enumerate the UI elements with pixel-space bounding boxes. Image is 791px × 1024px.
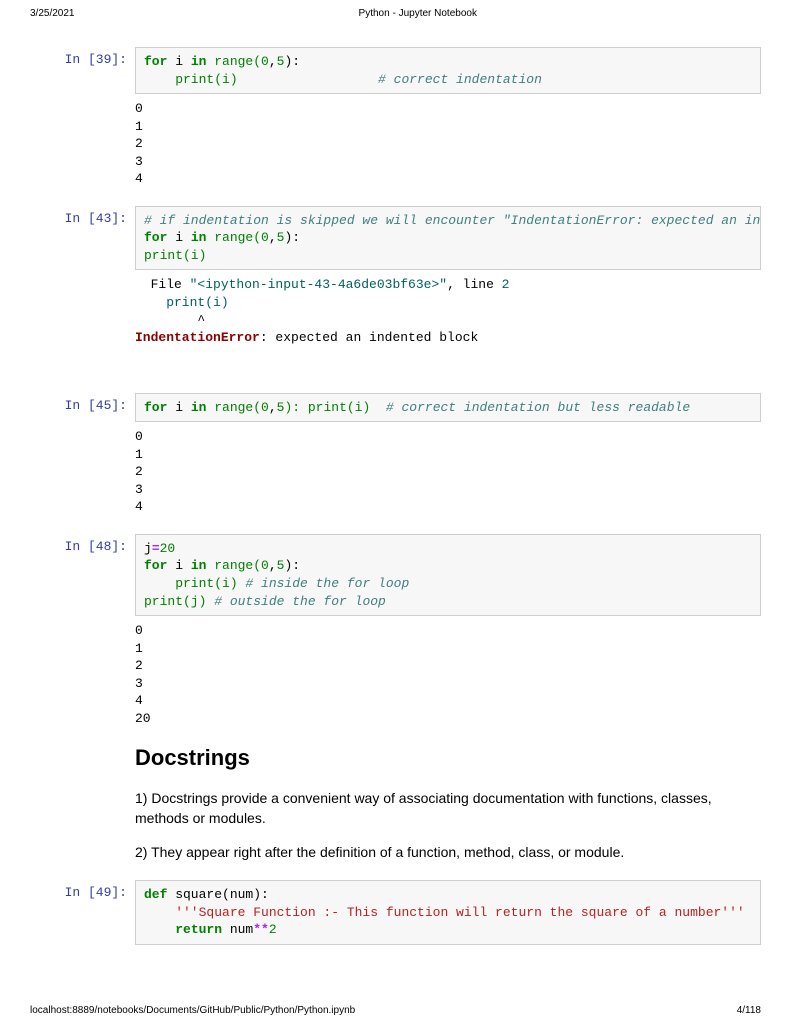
code-input[interactable]: for i in range(0,5): print(i) # correct … bbox=[135, 393, 761, 423]
error-output: File "<ipython-input-43-4a6de03bf63e>", … bbox=[135, 270, 761, 346]
code-cell: In [48]: j=20 for i in range(0,5): print… bbox=[50, 534, 761, 727]
input-prompt: In [48]: bbox=[50, 534, 135, 727]
input-prompt: In [43]: bbox=[50, 206, 135, 347]
section-heading: Docstrings bbox=[135, 745, 761, 771]
input-prompt: In [49]: bbox=[50, 880, 135, 945]
page-footer: localhost:8889/notebooks/Documents/GitHu… bbox=[30, 1005, 761, 1016]
code-input[interactable]: def square(num): '''Square Function :- T… bbox=[135, 880, 761, 945]
code-output: 0 1 2 3 4 20 bbox=[135, 616, 761, 727]
code-input[interactable]: # if indentation is skipped we will enco… bbox=[135, 206, 761, 271]
code-cell: In [39]: for i in range(0,5): print(i) #… bbox=[50, 47, 761, 188]
code-input[interactable]: for i in range(0,5): print(i) # correct … bbox=[135, 47, 761, 94]
footer-url: localhost:8889/notebooks/Documents/GitHu… bbox=[30, 1005, 355, 1016]
paragraph: 1) Docstrings provide a convenient way o… bbox=[135, 789, 761, 828]
input-prompt: In [39]: bbox=[50, 47, 135, 188]
page-title: Python - Jupyter Notebook bbox=[359, 8, 477, 19]
input-prompt: In [45]: bbox=[50, 393, 135, 516]
markdown-cell: Docstrings 1) Docstrings provide a conve… bbox=[135, 745, 761, 862]
code-cell: In [49]: def square(num): '''Square Func… bbox=[50, 880, 761, 945]
page-header: 3/25/2021 Python - Jupyter Notebook bbox=[0, 0, 791, 27]
code-output: 0 1 2 3 4 bbox=[135, 422, 761, 516]
code-input[interactable]: j=20 for i in range(0,5): print(i) # ins… bbox=[135, 534, 761, 616]
footer-page: 4/118 bbox=[737, 1005, 761, 1016]
code-cell: In [43]: # if indentation is skipped we … bbox=[50, 206, 761, 347]
print-date: 3/25/2021 bbox=[30, 8, 75, 19]
paragraph: 2) They appear right after the definitio… bbox=[135, 843, 761, 863]
code-output: 0 1 2 3 4 bbox=[135, 94, 761, 188]
notebook-content: In [39]: for i in range(0,5): print(i) #… bbox=[0, 27, 791, 945]
code-cell: In [45]: for i in range(0,5): print(i) #… bbox=[50, 393, 761, 516]
